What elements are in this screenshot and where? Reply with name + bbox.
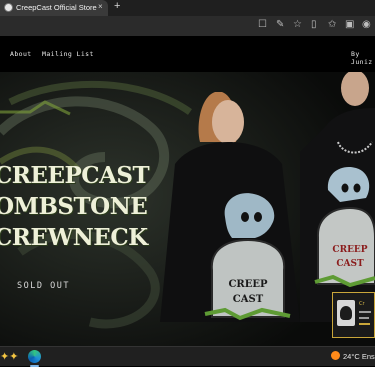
nav-mailing-list-link[interactable]: Mailing List bbox=[42, 50, 94, 58]
read-aloud-icon[interactable]: ☐ bbox=[258, 19, 267, 30]
weather-sun-icon bbox=[331, 351, 340, 360]
windows-taskbar: ✦✦ 24°C Ensc bbox=[0, 346, 375, 367]
site-favicon-icon bbox=[4, 3, 13, 12]
edge-browser-icon[interactable] bbox=[28, 350, 41, 363]
favorite-star-icon[interactable]: ☆ bbox=[293, 19, 302, 30]
headline-line: OMBSTONE bbox=[0, 193, 148, 220]
tab-title: CreepCast Official Store bbox=[16, 3, 97, 12]
notification-badge: Cr bbox=[359, 301, 365, 307]
headline-line: CREEPCAST bbox=[0, 162, 150, 189]
hero-banner[interactable]: CREEP CAST CREEP CAST CREEPCAST OMBSTONE… bbox=[0, 72, 375, 346]
split-screen-icon[interactable]: ▯ bbox=[311, 19, 317, 30]
hero-headline: CREEPCAST OMBSTONE CREWNECK bbox=[0, 160, 150, 253]
widgets-sparkle-icon[interactable]: ✦✦ bbox=[0, 350, 18, 363]
weather-condition: Ensc bbox=[361, 352, 375, 361]
sold-out-label: SOLD OUT bbox=[17, 281, 70, 291]
shirt-print-line-2: CAST bbox=[233, 294, 264, 305]
product-thumbnail bbox=[337, 300, 355, 326]
product-notification-popup[interactable]: Cr bbox=[332, 292, 375, 338]
notification-text-line bbox=[359, 311, 371, 313]
weather-widget[interactable]: 24°C Ensc bbox=[331, 351, 375, 361]
notification-text-line bbox=[359, 317, 369, 319]
translate-icon[interactable]: ✎ bbox=[276, 19, 284, 30]
weather-temperature: 24°C bbox=[343, 352, 360, 361]
browser-tab-strip: CreepCast Official Store × + bbox=[0, 0, 375, 16]
notification-text-line bbox=[359, 323, 370, 325]
shirt-print-line-1: CREEP bbox=[228, 279, 268, 290]
nav-byline: By Juniz bbox=[351, 50, 373, 66]
profile-icon[interactable]: ◉ bbox=[362, 19, 371, 30]
headline-line: CREWNECK bbox=[0, 224, 148, 251]
nav-about-link[interactable]: About bbox=[10, 50, 32, 58]
collections-icon[interactable]: ▣ bbox=[345, 19, 354, 30]
shirt-print-2-line-2: CAST bbox=[336, 259, 364, 269]
shirt-print-2-line-1: CREEP bbox=[332, 245, 367, 255]
favorites-icon[interactable]: ✩ bbox=[328, 19, 336, 30]
site-nav: About Mailing List By Juniz bbox=[0, 36, 375, 72]
carousel-dots bbox=[168, 339, 196, 346]
new-tab-button[interactable]: + bbox=[114, 0, 120, 12]
browser-tab[interactable]: CreepCast Official Store × bbox=[0, 0, 108, 16]
store-page: About Mailing List By Juniz CREEP CAST C… bbox=[0, 36, 375, 346]
browser-toolbar: ☐ ✎ ☆ ▯ ✩ ▣ ◉ bbox=[0, 16, 375, 36]
tab-close-icon[interactable]: × bbox=[98, 2, 103, 11]
